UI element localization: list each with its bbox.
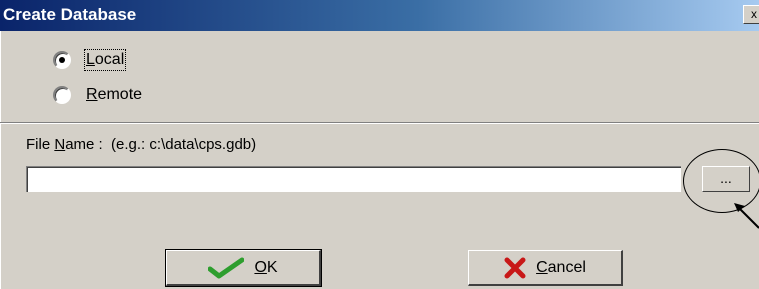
cancel-button[interactable]: Cancel <box>468 250 623 286</box>
radio-local[interactable]: Local <box>53 49 127 71</box>
radio-local-label: Local <box>83 49 127 71</box>
checkmark-icon <box>208 257 245 279</box>
ok-label: OK <box>254 258 278 276</box>
file-name-hint: (e.g.: c:\data\cps.gdb) <box>111 136 257 153</box>
radio-local-button[interactable] <box>53 51 71 69</box>
radio-remote[interactable]: Remote <box>53 85 142 105</box>
x-icon <box>504 257 526 279</box>
ok-button[interactable]: OK <box>165 249 322 287</box>
title-bar: Create Database x <box>0 0 759 31</box>
radio-remote-label: Remote <box>86 86 143 103</box>
close-icon: x <box>751 7 757 21</box>
divider <box>0 122 759 124</box>
file-name-label: File Name : (e.g.: c:\data\cps.gdb) <box>26 136 257 153</box>
window-title: Create Database <box>3 5 137 24</box>
annotation-arrow-icon <box>734 203 759 229</box>
file-name-input[interactable] <box>26 166 681 192</box>
close-button[interactable]: x <box>743 5 759 24</box>
window-border <box>0 31 3 289</box>
radio-remote-button[interactable] <box>53 86 71 104</box>
cancel-label: Cancel <box>536 258 586 276</box>
